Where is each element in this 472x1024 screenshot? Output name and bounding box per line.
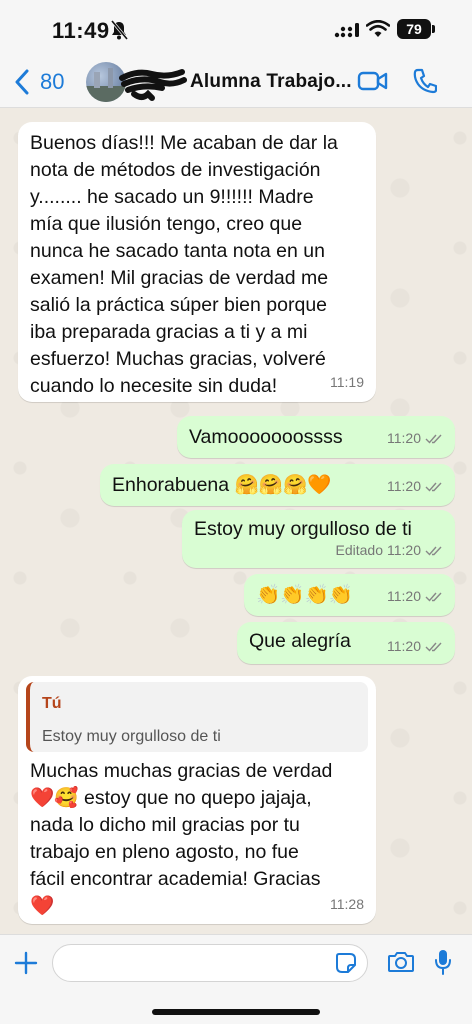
home-indicator <box>152 1009 320 1015</box>
reply-author: Tú <box>42 695 62 712</box>
microphone-icon[interactable] <box>434 948 452 976</box>
message-meta: 11:28 <box>330 891 364 918</box>
message-bubble-incoming[interactable]: Buenos días!!! Me acaban de dar la nota … <box>18 122 376 402</box>
input-bar <box>0 934 472 1024</box>
chat-messages[interactable]: Buenos días!!! Me acaban de dar la nota … <box>0 108 472 934</box>
message-meta: 11:20 <box>387 425 443 452</box>
read-ticks-icon <box>425 434 442 444</box>
status-time: 11:49 <box>52 18 110 43</box>
message-bubble-incoming-reply[interactable]: Tú Estoy muy orgulloso de ti Muchas much… <box>18 676 376 924</box>
message-time: 11:20 <box>387 542 421 558</box>
battery-indicator: 79 <box>397 19 431 39</box>
phone-call-icon[interactable] <box>413 68 437 94</box>
signal-icon <box>334 23 359 38</box>
read-ticks-icon <box>425 482 442 492</box>
edited-label: Editado <box>335 542 383 558</box>
redaction-scribble <box>119 69 187 101</box>
read-ticks-icon <box>425 642 442 652</box>
message-meta: 11:20 <box>387 633 443 660</box>
message-time: 11:19 <box>330 374 364 390</box>
message-bubble-outgoing[interactable]: Vamooooooossss 11:20 <box>177 416 455 458</box>
message-bubble-outgoing[interactable]: Enhorabuena 🤗🤗🤗🧡 11:20 <box>100 464 455 506</box>
sticker-icon[interactable] <box>335 952 357 974</box>
video-call-icon[interactable] <box>357 70 389 92</box>
plus-icon[interactable] <box>14 951 38 975</box>
status-bar: 11:49 79 <box>0 0 472 56</box>
reply-quoted-text: Estoy muy orgulloso de ti <box>42 728 221 745</box>
message-bubble-outgoing[interactable]: 👏👏👏👏 11:20 <box>244 574 455 616</box>
message-time: 11:20 <box>387 588 421 604</box>
message-meta: Editado 11:20 <box>336 537 443 564</box>
message-meta: 11:20 <box>387 583 443 610</box>
message-meta: 11:19 <box>330 369 364 396</box>
message-input[interactable] <box>52 944 368 982</box>
read-ticks-icon <box>425 592 442 602</box>
message-time: 11:28 <box>330 896 364 912</box>
chat-header: 80 Alumna Trabajo... <box>0 56 472 108</box>
back-chevron-icon[interactable] <box>14 69 30 95</box>
camera-icon[interactable] <box>387 950 415 974</box>
bell-off-icon <box>110 20 128 40</box>
message-meta: 11:20 <box>387 473 443 500</box>
read-ticks-icon <box>425 546 442 556</box>
message-time: 11:20 <box>387 478 421 494</box>
message-bubble-outgoing[interactable]: Estoy muy orgulloso de ti Editado 11:20 <box>182 510 455 568</box>
message-time: 11:20 <box>387 430 421 446</box>
message-text: Muchas muchas gracias de verdad ❤️🥰 esto… <box>30 760 333 917</box>
reply-quote[interactable]: Tú Estoy muy orgulloso de ti <box>26 682 368 752</box>
battery-tip <box>432 25 435 33</box>
unread-chats-count[interactable]: 80 <box>40 69 64 95</box>
message-time: 11:20 <box>387 638 421 654</box>
message-text: Buenos días!!! Me acaban de dar la nota … <box>30 132 338 397</box>
wifi-icon <box>366 20 390 37</box>
message-bubble-outgoing[interactable]: Que alegría 11:20 <box>237 622 455 664</box>
contact-name[interactable]: Alumna Trabajo... <box>190 71 352 93</box>
